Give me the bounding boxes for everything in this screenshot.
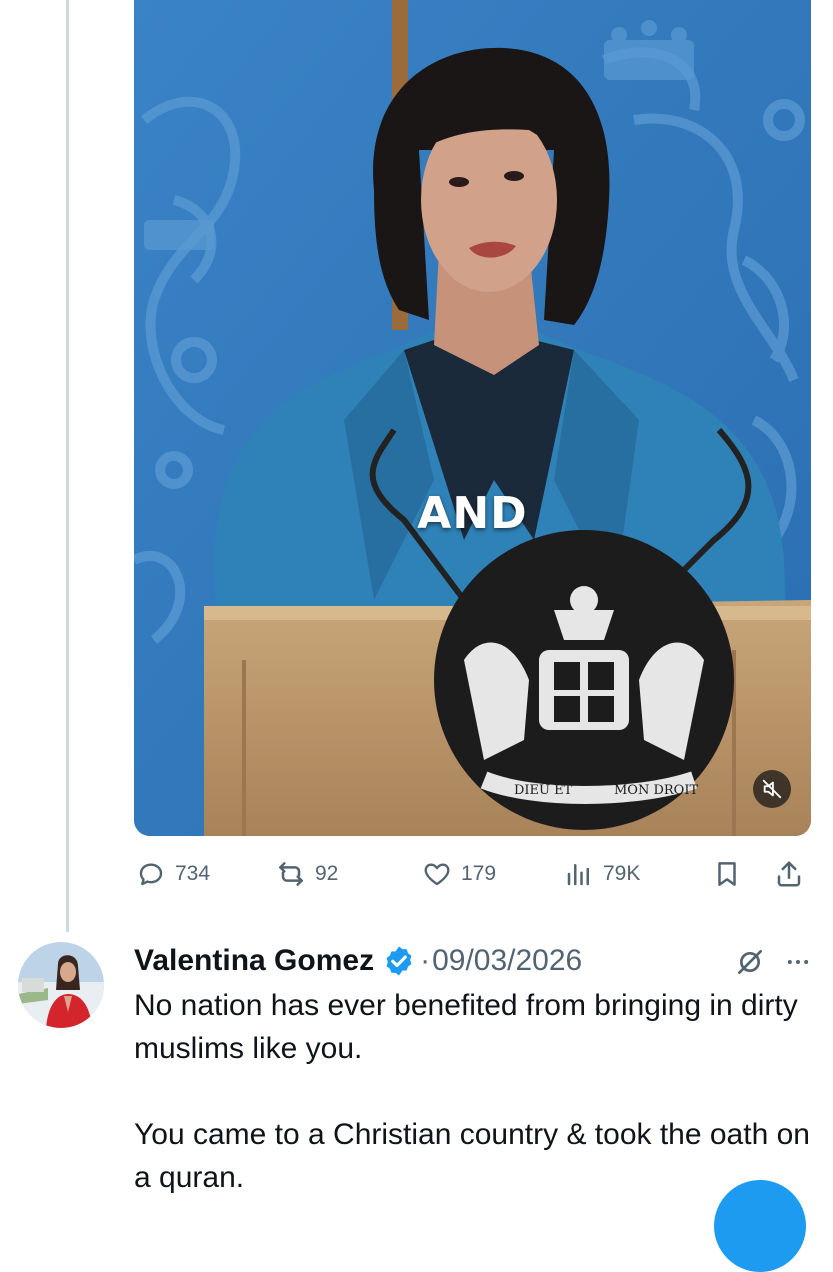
reply-count: 734 (175, 862, 211, 885)
bookmark-icon (710, 857, 744, 891)
avatar[interactable] (18, 942, 104, 1028)
reply-tweet[interactable]: Valentina Gomez · 09/03/2026 No nation h… (134, 940, 814, 1199)
tweet-date[interactable]: 09/03/2026 (432, 944, 582, 978)
repost-icon (274, 857, 308, 891)
views-chart-icon (562, 857, 596, 891)
heart-icon (420, 857, 454, 891)
reply-icon (134, 857, 168, 891)
grok-icon[interactable] (730, 942, 770, 982)
video-frame: DIEU ET MON DROIT (134, 0, 811, 836)
avatar-photo (18, 942, 104, 1028)
thread-connector-line (66, 0, 69, 932)
verified-badge-icon[interactable] (382, 944, 416, 978)
repost-button[interactable]: 92 (274, 848, 338, 900)
tweet-text: No nation has ever benefited from bringi… (134, 989, 810, 1194)
author-name[interactable]: Valentina Gomez (134, 944, 374, 978)
tweet-action-bar: 734 92 179 79K (134, 848, 811, 900)
motto-left: DIEU ET (514, 783, 573, 798)
speaker-muted-icon (761, 778, 783, 800)
tweet-header: Valentina Gomez · 09/03/2026 (134, 940, 814, 982)
like-count: 179 (461, 862, 497, 885)
video-caption: AND (417, 488, 528, 539)
reply-button[interactable]: 734 (134, 848, 210, 900)
like-button[interactable]: 179 (420, 848, 496, 900)
views-button[interactable]: 79K (562, 848, 640, 900)
header-separator: · (420, 944, 431, 977)
compose-button[interactable] (714, 1180, 806, 1272)
share-icon (772, 857, 806, 891)
more-options-icon[interactable] (778, 942, 818, 982)
bookmark-button[interactable] (710, 848, 744, 900)
views-count: 79K (603, 862, 641, 885)
tweet-video[interactable]: DIEU ET MON DROIT AND (134, 0, 811, 836)
share-button[interactable] (772, 848, 806, 900)
mute-toggle-button[interactable] (753, 770, 791, 808)
motto-right: MON DROIT (614, 783, 698, 798)
repost-count: 92 (315, 862, 339, 885)
